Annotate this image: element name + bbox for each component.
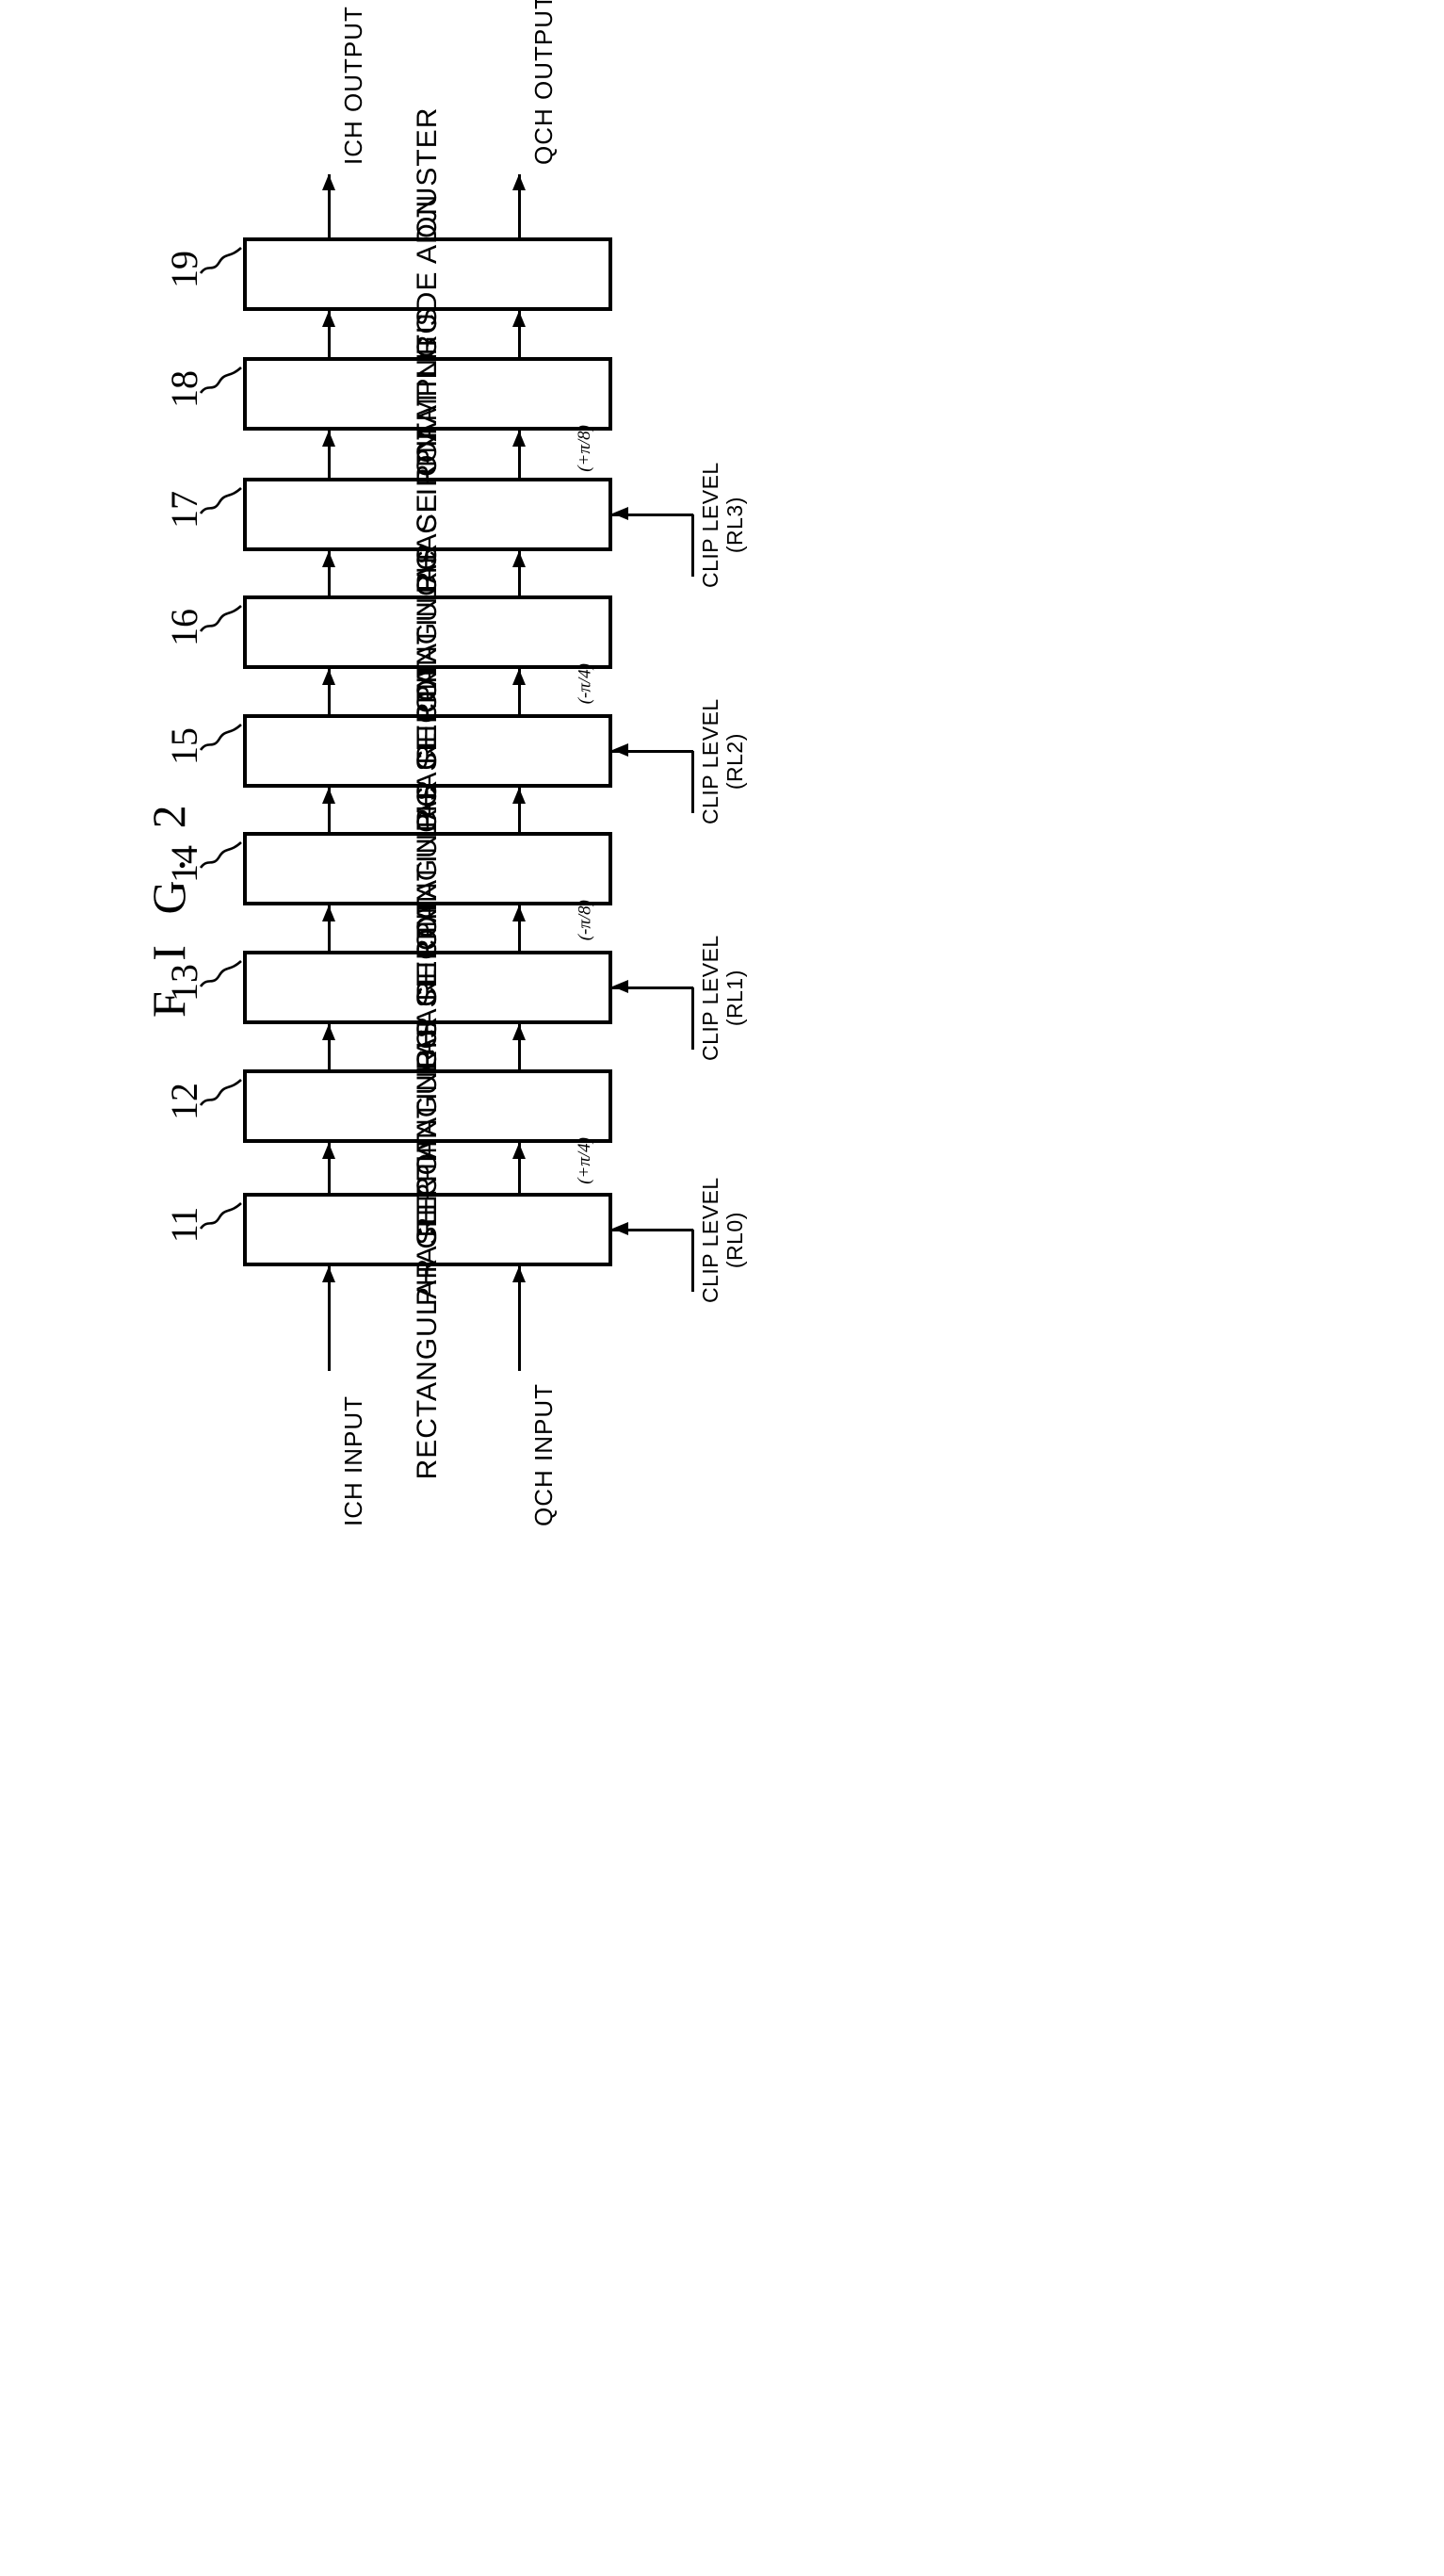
leader-line-13 xyxy=(200,960,242,987)
block-angle-annotation: (+π/4) xyxy=(575,1137,594,1184)
clip-level-stem-1 xyxy=(691,987,694,1050)
signal-arrow-ich-3-head xyxy=(322,788,335,804)
clip-level-title: CLIP LEVEL xyxy=(698,1177,722,1303)
leader-line-15 xyxy=(200,724,242,751)
leader-line-17 xyxy=(200,487,242,514)
leader-line-11 xyxy=(200,1202,242,1230)
signal-arrow-ich-6-head xyxy=(322,431,335,447)
io-label-ich-output: ICH OUTPUT xyxy=(339,6,367,165)
signal-arrow-ich-0-head xyxy=(322,1143,335,1159)
signal-arrow-ich-input-head xyxy=(322,1266,335,1282)
clip-level-arrowhead-2 xyxy=(612,743,628,757)
clip-level-stem-2 xyxy=(691,751,694,813)
leader-line-18 xyxy=(200,367,242,394)
signal-arrow-qch-1-head xyxy=(512,1024,526,1040)
signal-arrow-ich-4-head xyxy=(322,669,335,685)
clip-level-value: (RL3) xyxy=(722,497,747,554)
signal-arrow-ich-output-head xyxy=(322,174,335,190)
leader-line-14 xyxy=(200,841,242,869)
signal-arrow-ich-1-head xyxy=(322,1024,335,1040)
signal-arrow-qch-6-head xyxy=(512,431,526,447)
signal-arrow-qch-2-head xyxy=(512,905,526,921)
clip-level-label-3: CLIP LEVEL (RL3) xyxy=(698,462,748,588)
clip-level-arrowhead-0 xyxy=(612,1222,628,1235)
io-label-ich-input: ICH INPUT xyxy=(339,1395,367,1526)
diagram-overlay: RECTANGULAR CLIPPING CIRCUIT 11 PHASE ROTA… xyxy=(0,0,1444,2576)
clip-level-value: (RL1) xyxy=(722,970,747,1027)
leader-line-16 xyxy=(200,605,242,632)
clip-level-stem-0 xyxy=(691,1230,694,1292)
block-label: AMPLITUDE ADJUSTER xyxy=(412,106,443,442)
block-19[interactable]: AMPLITUDE ADJUSTER xyxy=(243,107,612,441)
block-angle-annotation: (-π/8) xyxy=(575,900,594,941)
clip-level-label-0: CLIP LEVEL (RL0) xyxy=(698,1177,748,1303)
clip-level-arrowhead-3 xyxy=(612,507,628,520)
clip-level-title: CLIP LEVEL xyxy=(698,462,722,588)
clip-level-value: (RL0) xyxy=(722,1212,747,1269)
io-label-qch-output: QCH OUTPUT xyxy=(529,0,558,165)
clip-level-value: (RL2) xyxy=(722,733,747,791)
leader-line-12 xyxy=(200,1079,242,1106)
signal-arrow-ich-5-head xyxy=(322,551,335,567)
signal-arrow-qch-output-head xyxy=(512,174,526,190)
clip-level-title: CLIP LEVEL xyxy=(698,698,722,824)
clip-level-title: CLIP LEVEL xyxy=(698,935,722,1061)
io-label-qch-input: QCH INPUT xyxy=(529,1383,558,1526)
leader-line-19 xyxy=(200,247,242,274)
signal-arrow-qch-0-head xyxy=(512,1143,526,1159)
block-angle-annotation: (-π/4) xyxy=(575,663,594,705)
block-angle-annotation: (+π/8) xyxy=(575,425,594,472)
figure-caption: F I G. 2 xyxy=(142,795,195,1018)
signal-arrow-qch-3-head xyxy=(512,788,526,804)
clip-level-label-2: CLIP LEVEL (RL2) xyxy=(698,698,748,824)
signal-arrow-qch-5-head xyxy=(512,551,526,567)
signal-arrow-ich-7-head xyxy=(322,311,335,327)
clip-level-stem-3 xyxy=(691,514,694,577)
signal-arrow-ich-2-head xyxy=(322,905,335,921)
signal-arrow-qch-input-head xyxy=(512,1266,526,1282)
clip-level-arrowhead-1 xyxy=(612,980,628,993)
signal-arrow-qch-4-head xyxy=(512,669,526,685)
clip-level-label-1: CLIP LEVEL (RL1) xyxy=(698,935,748,1061)
signal-arrow-qch-7-head xyxy=(512,311,526,327)
